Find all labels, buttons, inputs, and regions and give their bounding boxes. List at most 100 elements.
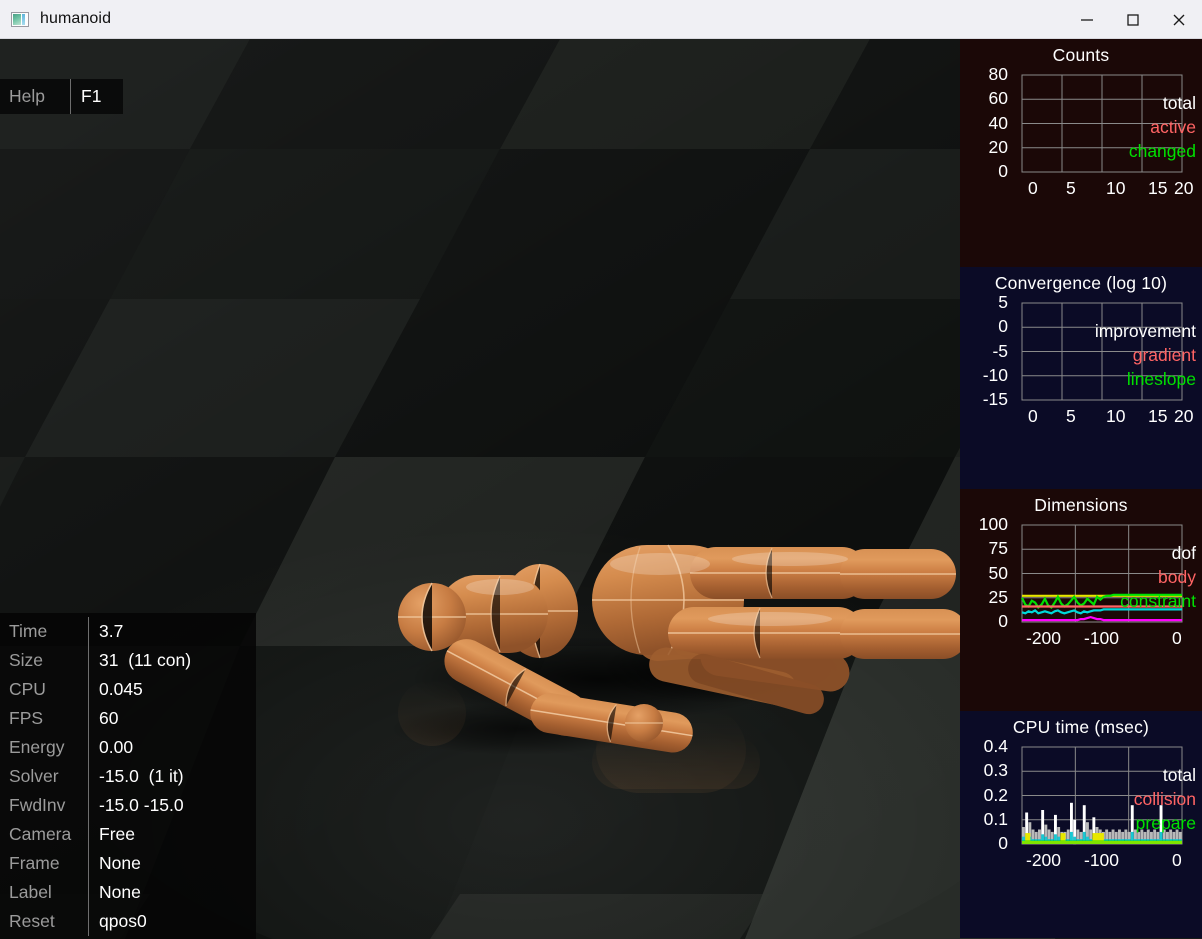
stat-divider	[88, 646, 89, 675]
legend-item: changed	[1129, 139, 1196, 163]
x-tick-label: 10	[1106, 406, 1125, 427]
stat-value: None	[99, 849, 141, 878]
x-tick-label: 5	[1066, 406, 1076, 427]
simulation-stats-panel: Time3.7Size31 (11 con)CPU0.045FPS60Energ…	[0, 613, 256, 939]
stat-divider	[88, 907, 89, 936]
stat-row: Solver-15.0 (1 it)	[0, 762, 256, 791]
x-tick-label: 20	[1174, 406, 1193, 427]
legend: improvementgradientlineslope	[1095, 319, 1196, 391]
figure-panel-convergence[interactable]: Convergence (log 10)50-5-10-15improvemen…	[960, 267, 1202, 489]
close-button[interactable]	[1156, 0, 1202, 39]
y-tick-label: 0.4	[984, 738, 1008, 756]
x-tick-label: 0	[1172, 850, 1182, 871]
figure-panels: Counts80 60 40 20 0 totalactivechanged 0 5 10 15 2…	[960, 39, 1202, 939]
y-tick-label: 60	[989, 90, 1008, 108]
stat-value: 3.7	[99, 617, 123, 646]
figure-panel-dimensions[interactable]: Dimensions1007550250dofbodyconstraint-20…	[960, 489, 1202, 711]
stat-row: Time 3.7	[0, 617, 256, 646]
stat-value: 0.00	[99, 733, 133, 762]
x-tick-label: 20	[1174, 178, 1193, 199]
stat-divider	[88, 617, 89, 646]
stat-key: Solver	[0, 762, 88, 791]
stat-row: CPU 0.045	[0, 675, 256, 704]
stat-key: Size	[0, 646, 88, 675]
stat-divider	[88, 704, 89, 733]
legend-item: gradient	[1095, 343, 1196, 367]
x-tick-label: 0	[1028, 406, 1038, 427]
x-tick-label: 0	[1028, 178, 1038, 199]
window-title: humanoid	[40, 10, 111, 28]
x-tick-label: -100	[1084, 850, 1119, 871]
y-tick-label: 0	[998, 318, 1008, 336]
panel-title: CPU time (msec)	[960, 711, 1202, 738]
legend: dofbodyconstraint	[1120, 541, 1196, 613]
plot-area: 0.40.30.20.10totalcollisionprepare-200-1…	[960, 741, 1202, 934]
stat-divider	[88, 762, 89, 791]
stat-key: Time	[0, 617, 88, 646]
legend-item: collision	[1134, 787, 1196, 811]
x-tick-label: 15	[1148, 406, 1167, 427]
x-tick-label: 15	[1148, 178, 1167, 199]
y-tick-label: -10	[983, 367, 1008, 385]
stat-divider	[88, 733, 89, 762]
stat-divider	[88, 820, 89, 849]
window-controls	[1064, 0, 1202, 39]
y-tick-label: 20	[989, 139, 1008, 157]
help-divider	[70, 79, 71, 114]
x-axis-labels: 0 5 10 15 20	[960, 406, 1202, 430]
y-tick-label: 0.1	[984, 811, 1008, 829]
stat-value: None	[99, 878, 141, 907]
plot-area: 1007550250dofbodyconstraint-200-1000	[960, 519, 1202, 707]
legend-item: body	[1120, 565, 1196, 589]
stat-key: Energy	[0, 733, 88, 762]
legend-item: constraint	[1120, 589, 1196, 613]
stat-key: Reset	[0, 907, 88, 936]
x-tick-label: 0	[1172, 628, 1182, 649]
y-tick-label: -5	[992, 343, 1008, 361]
help-label: Help	[0, 86, 70, 107]
stat-value: 60	[99, 704, 118, 733]
legend-item: dof	[1120, 541, 1196, 565]
y-tick-label: 75	[989, 540, 1008, 558]
stat-key: FwdInv	[0, 791, 88, 820]
stat-value: 31 (11 con)	[99, 646, 191, 675]
y-tick-label: 100	[979, 516, 1008, 534]
panel-title: Counts	[960, 39, 1202, 66]
stat-key: Label	[0, 878, 88, 907]
minimize-button[interactable]	[1064, 0, 1110, 39]
maximize-button[interactable]	[1110, 0, 1156, 39]
y-tick-label: 40	[989, 115, 1008, 133]
stat-divider	[88, 878, 89, 907]
x-axis-labels: -200-1000	[960, 628, 1202, 652]
x-axis-labels: 05101520	[960, 178, 1202, 202]
plot-area: 50-5-10-15improvementgradientlineslope05…	[960, 297, 1202, 485]
y-tick-label: 80	[989, 66, 1008, 84]
stat-row: Label None	[0, 878, 256, 907]
x-axis-labels: -200 -100 0	[960, 850, 1202, 874]
stat-row: Resetqpos0	[0, 907, 256, 936]
legend: totalactivechanged	[1129, 91, 1196, 163]
stat-row: Size 31 (11 con)	[0, 646, 256, 675]
stat-key: Camera	[0, 820, 88, 849]
x-tick-label: 10	[1106, 178, 1125, 199]
stat-value: 0.045	[99, 675, 143, 704]
x-tick-label: -200	[1026, 628, 1061, 649]
legend: totalcollisionprepare	[1134, 763, 1196, 835]
stat-row: Energy 0.00	[0, 733, 256, 762]
stat-row: FPS 60	[0, 704, 256, 733]
panel-title: Convergence (log 10)	[960, 267, 1202, 294]
legend-item: prepare	[1134, 811, 1196, 835]
figure-panel-counts[interactable]: Counts806040200totalactivechanged0510152…	[960, 39, 1202, 267]
legend-item: total	[1134, 763, 1196, 787]
stat-divider	[88, 791, 89, 820]
stat-row: CameraFree	[0, 820, 256, 849]
help-overlay[interactable]: Help F1	[0, 79, 123, 114]
x-tick-label: -200	[1026, 850, 1061, 871]
figure-panel-cpu_time[interactable]: CPU time (msec)0.40.30.20.10totalcollisi…	[960, 711, 1202, 938]
mujoco-simulator-window: humanoid	[0, 0, 1202, 939]
stat-key: FPS	[0, 704, 88, 733]
panel-title: Dimensions	[960, 489, 1202, 516]
y-tick-label: 0.3	[984, 762, 1008, 780]
stat-key: CPU	[0, 675, 88, 704]
app-image-icon	[11, 12, 29, 27]
